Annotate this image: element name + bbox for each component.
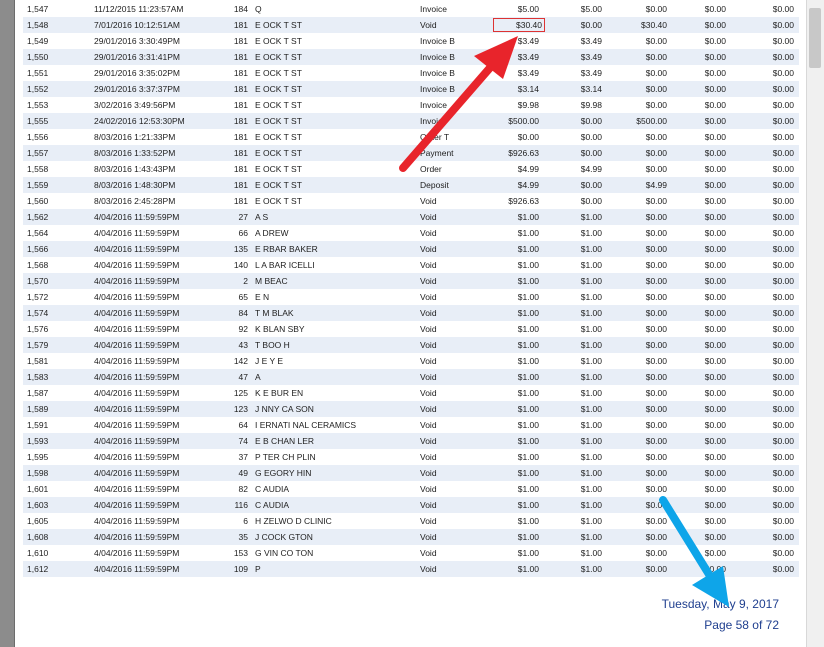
annotation-overlay <box>399 36 729 607</box>
blue-arrow-icon <box>659 496 729 607</box>
red-arrow-icon <box>399 36 518 172</box>
